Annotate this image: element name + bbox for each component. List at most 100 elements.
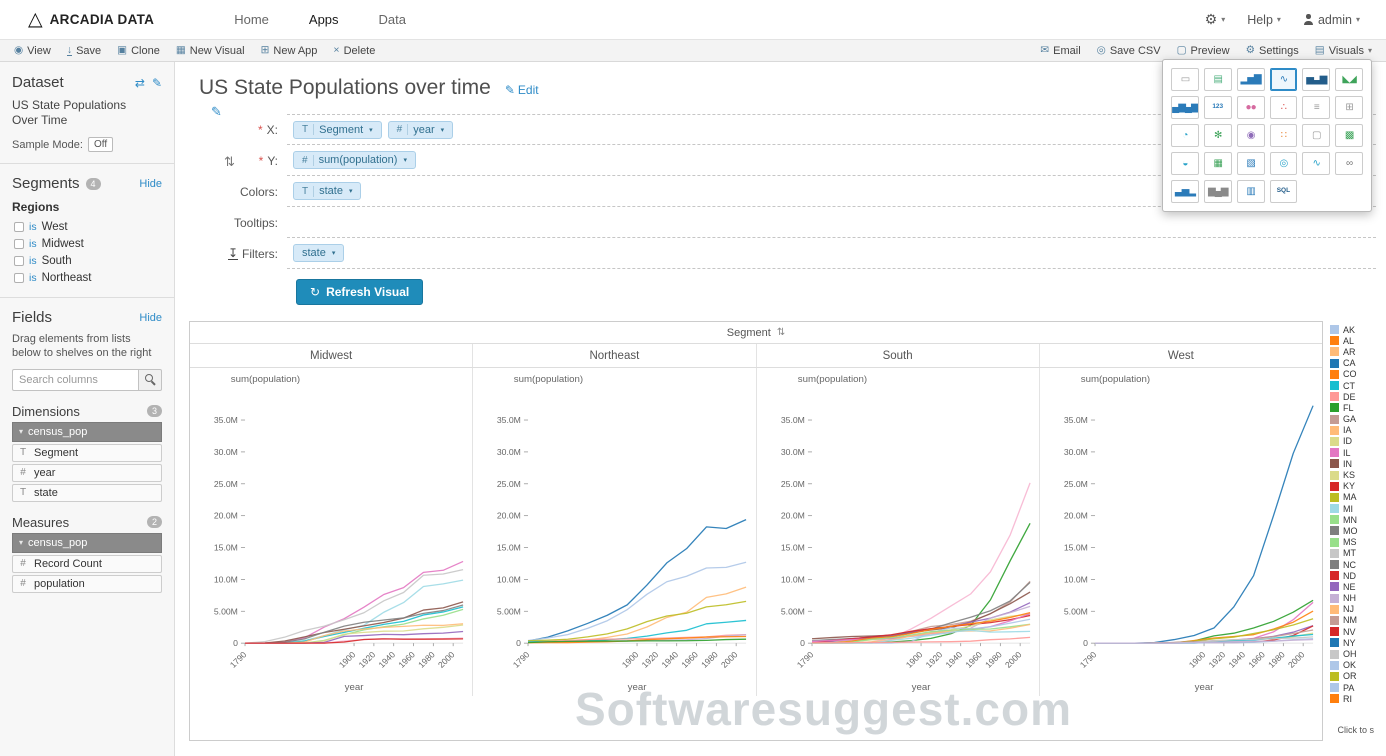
field-item-population[interactable]: #population — [12, 575, 162, 593]
legend-item-ri[interactable]: RI — [1330, 693, 1376, 704]
nav-item-home[interactable]: Home — [214, 0, 289, 39]
field-item-state[interactable]: Tstate — [12, 484, 162, 502]
chart-line-wa[interactable] — [1095, 600, 1313, 643]
legend-item-ok[interactable]: OK — [1330, 660, 1376, 671]
refresh-visual-button[interactable]: ↻ Refresh Visual — [296, 279, 423, 305]
box-visual[interactable]: ▢ — [1302, 124, 1330, 147]
toolbar-settings-button[interactable]: ⚙Settings — [1238, 40, 1307, 61]
legend-item-ky[interactable]: KY — [1330, 481, 1376, 492]
packed-bubbles-visual[interactable]: ●● — [1237, 96, 1265, 119]
bar-chart-visual[interactable]: ▂▅▇ — [1237, 68, 1265, 91]
help-menu[interactable]: Help ▾ — [1237, 13, 1291, 27]
dot-plot-visual[interactable]: ∷ — [1270, 124, 1298, 147]
chart-line-ma[interactable] — [528, 601, 746, 640]
line-chart-visual[interactable]: ∿ — [1270, 68, 1298, 91]
sql-visual[interactable]: SQL — [1270, 180, 1298, 203]
field-group-census-pop[interactable]: ▾census_pop — [12, 533, 162, 553]
chart-line-pa[interactable] — [528, 562, 746, 640]
legend-item-ne[interactable]: NE — [1330, 581, 1376, 592]
field-item-record-count[interactable]: #Record Count — [12, 555, 162, 573]
toolbar-new-app-button[interactable]: ⊞New App — [253, 40, 326, 61]
calendar-heatmap-visual[interactable]: ▦ — [1204, 152, 1232, 175]
download-icon[interactable]: ↧ — [228, 247, 238, 260]
segment-checkbox[interactable] — [14, 239, 24, 249]
chart-line-nd[interactable] — [245, 639, 463, 643]
segment-checkbox[interactable] — [14, 256, 24, 266]
nav-item-apps[interactable]: Apps — [289, 0, 359, 39]
legend-item-or[interactable]: OR — [1330, 671, 1376, 682]
toolbar-delete-button[interactable]: ×Delete — [325, 40, 383, 61]
grouped-bar-visual[interactable]: ▄▆▄▆ — [1171, 96, 1199, 119]
legend-item-nv[interactable]: NV — [1330, 626, 1376, 637]
toolbar-save-csv-button[interactable]: ◎Save CSV — [1089, 40, 1169, 61]
segment-checkbox[interactable] — [14, 273, 24, 283]
swap-axes-icon[interactable]: ⇅ — [224, 154, 235, 170]
legend-item-ia[interactable]: IA — [1330, 425, 1376, 436]
chart-line-in[interactable] — [245, 602, 463, 643]
shelf-pill-segment[interactable]: TSegment▾ — [293, 121, 382, 139]
toolbar-new-visual-button[interactable]: ▦New Visual — [168, 40, 253, 61]
correlation-visual[interactable]: ∞ — [1335, 152, 1363, 175]
pencil-icon[interactable]: ✎ — [211, 104, 222, 120]
shelf-pill-year[interactable]: #year▾ — [388, 121, 453, 139]
user-menu[interactable]: admin ▾ — [1293, 13, 1370, 27]
shelf-pill-state[interactable]: Tstate▾ — [293, 182, 361, 200]
search-input[interactable] — [12, 369, 138, 391]
bar-chart-2-visual[interactable]: ▃▅▂ — [1171, 180, 1199, 203]
toolbar-preview-button[interactable]: ▢Preview — [1169, 40, 1238, 61]
field-item-year[interactable]: #year — [12, 464, 162, 482]
legend-item-co[interactable]: CO — [1330, 369, 1376, 380]
toolbar-visuals-button[interactable]: ▤Visuals▾ — [1307, 40, 1380, 61]
small-multiples-visual[interactable]: ⊞ — [1335, 96, 1363, 119]
donut-chart-visual[interactable]: ◔ — [1171, 124, 1199, 147]
table-visual[interactable]: ▭ — [1171, 68, 1199, 91]
legend-item-ks[interactable]: KS — [1330, 469, 1376, 480]
legend-item-fl[interactable]: FL — [1330, 402, 1376, 413]
toolbar-view-button[interactable]: ◉View — [6, 40, 59, 61]
sample-mode-toggle[interactable]: Off — [88, 137, 113, 152]
legend-item-mi[interactable]: MI — [1330, 503, 1376, 514]
bubble-chart-visual[interactable]: ◉ — [1237, 124, 1265, 147]
shelf-pill-state[interactable]: state▾ — [293, 244, 344, 262]
legend-item-mt[interactable]: MT — [1330, 548, 1376, 559]
brand[interactable]: △ ARCADIA DATA — [0, 10, 174, 29]
legend-item-ma[interactable]: MA — [1330, 492, 1376, 503]
legend-item-ms[interactable]: MS — [1330, 537, 1376, 548]
legend-item-ct[interactable]: CT — [1330, 380, 1376, 391]
legend-item-in[interactable]: IN — [1330, 458, 1376, 469]
search-button[interactable] — [138, 369, 162, 391]
dataset-name[interactable]: US State Populations Over Time — [12, 98, 152, 128]
shuffle-icon[interactable]: ⇄ — [135, 76, 145, 90]
combo-chart-visual[interactable]: ▆▄▆ — [1204, 180, 1232, 203]
legend-item-ak[interactable]: AK — [1330, 324, 1376, 335]
gauge-visual[interactable]: ◒ — [1171, 152, 1199, 175]
legend-item-pa[interactable]: PA — [1330, 682, 1376, 693]
legend-item-ny[interactable]: NY — [1330, 637, 1376, 648]
legend-item-il[interactable]: IL — [1330, 447, 1376, 458]
radial-visual[interactable]: ✻ — [1204, 124, 1232, 147]
toolbar-clone-button[interactable]: ▣Clone — [109, 40, 168, 61]
legend-item-mo[interactable]: MO — [1330, 525, 1376, 536]
pencil-icon[interactable]: ✎ — [152, 76, 162, 90]
legend-item-ga[interactable]: GA — [1330, 414, 1376, 425]
kpi-visual[interactable]: 123 — [1204, 96, 1232, 119]
legend-item-de[interactable]: DE — [1330, 391, 1376, 402]
legend-item-id[interactable]: ID — [1330, 436, 1376, 447]
heatmap-visual[interactable]: ▩ — [1335, 124, 1363, 147]
chart-line-ca[interactable] — [1095, 406, 1313, 643]
toolbar-email-button[interactable]: ✉Email — [1032, 40, 1088, 61]
sort-icon[interactable]: ⇅ — [777, 327, 785, 338]
toolbar-save-button[interactable]: ↓Save — [59, 40, 109, 61]
sparkline-visual[interactable]: ∿ — [1302, 152, 1330, 175]
data-table-visual[interactable]: ▤ — [1204, 68, 1232, 91]
legend-item-ca[interactable]: CA — [1330, 358, 1376, 369]
legend-item-oh[interactable]: OH — [1330, 648, 1376, 659]
shelf-filters[interactable]: state▾ — [287, 238, 1376, 269]
legend-item-mn[interactable]: MN — [1330, 514, 1376, 525]
map-marker-visual[interactable]: ◎ — [1270, 152, 1298, 175]
scatter-visual[interactable]: ∴ — [1270, 96, 1298, 119]
segments-hide-link[interactable]: Hide — [139, 178, 162, 190]
chart-line-mo[interactable] — [245, 605, 463, 643]
column-chart-visual[interactable]: ▅▃▆ — [1302, 68, 1330, 91]
edit-visual-button[interactable]: ✎ Edit — [505, 83, 539, 97]
